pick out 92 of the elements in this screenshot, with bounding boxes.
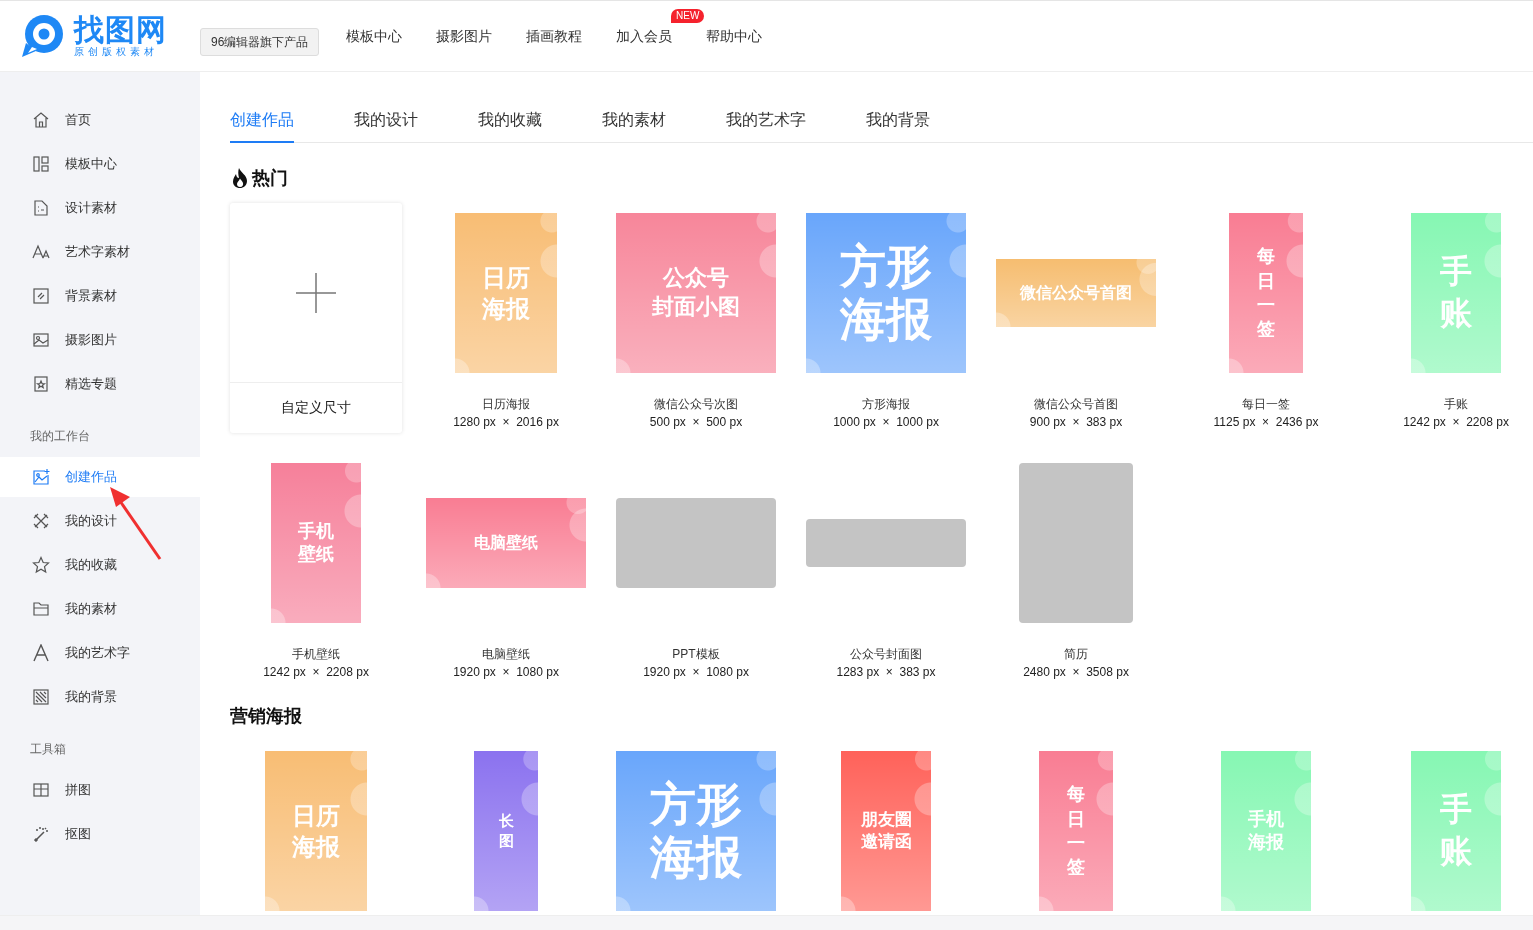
thumbnail-title: 手机 壁纸	[298, 519, 334, 566]
template-name: 日历海报	[482, 396, 530, 413]
pattern-icon	[32, 287, 50, 305]
thumbnail-title: 手 账	[1440, 790, 1472, 871]
section-title: 营销海报	[230, 705, 302, 727]
template-name: 简历	[1064, 646, 1088, 663]
thumbnail-title: 微信公众号首图	[1020, 282, 1132, 303]
thumbnail-title: 每 日 一 签	[1067, 783, 1085, 880]
tab[interactable]: 我的艺术字	[726, 110, 806, 143]
template-size: 2480 px × 3508 px	[1023, 664, 1129, 681]
thumbnail-title: 公众号 封面小图	[652, 264, 740, 321]
template-name: PPT模板	[672, 646, 720, 663]
tab[interactable]: 我的背景	[866, 110, 930, 143]
sidebar-item[interactable]: 我的设计	[0, 501, 200, 541]
sidebar-item[interactable]: 设计素材	[0, 188, 200, 228]
template-size: 1920 px × 1080 px	[643, 664, 749, 681]
template-size: 1920 px × 1080 px	[453, 664, 559, 681]
sidebar-item[interactable]: 我的收藏	[0, 545, 200, 585]
template-name: 手账	[1444, 396, 1468, 413]
template-size: 1280 px × 2016 px	[453, 414, 559, 431]
nav-link[interactable]: 帮助中心	[706, 27, 763, 44]
template-size: 1242 px × 2208 px	[1403, 414, 1509, 431]
sidebar-item[interactable]: 我的背景	[0, 677, 200, 717]
template-name: 每日一签	[1242, 396, 1290, 413]
logo-name[interactable]: 找图网	[74, 14, 167, 46]
thumbnail-title: 方形 海报	[650, 778, 742, 884]
nav-link[interactable]: 插画教程	[526, 27, 583, 44]
template-size: 900 px × 383 px	[1029, 414, 1123, 431]
sidebar-item[interactable]: 我的艺术字	[0, 633, 200, 673]
template-thumbnail[interactable]	[1019, 463, 1133, 623]
template-thumbnail[interactable]	[806, 519, 966, 567]
sidebar-item[interactable]: 我的素材	[0, 589, 200, 629]
template-thumbnail[interactable]	[616, 498, 776, 588]
layout-icon	[32, 155, 50, 173]
star-frame-icon	[32, 375, 50, 393]
grid-icon	[32, 781, 50, 799]
sidebar-item[interactable]: 拼图	[0, 770, 200, 810]
tab[interactable]: 我的收藏	[478, 110, 542, 143]
thumbnail-title: 日历 海报	[482, 262, 530, 324]
template-name: 微信公众号首图	[1034, 396, 1118, 413]
tab[interactable]: 我的设计	[354, 110, 418, 143]
nav-link[interactable]: 模板中心	[346, 27, 403, 44]
sidebar-item[interactable]: 抠图	[0, 814, 200, 854]
nav-link[interactable]: 加入会员	[616, 27, 673, 44]
sidebar-item[interactable]: 摄影图片	[0, 320, 200, 360]
template-name: 公众号封面图	[850, 646, 922, 663]
home-icon	[32, 111, 50, 129]
thumbnail-title: 朋友圈 邀请函	[860, 808, 912, 853]
sidebar-item[interactable]: 首页	[0, 100, 200, 140]
sidebar-heading: 工具箱	[29, 741, 67, 758]
letter-icon	[32, 644, 50, 662]
template-name: 方形海报	[862, 396, 910, 413]
template-size: 1000 px × 1000 px	[833, 414, 939, 431]
sidebar-item[interactable]: 精选专题	[0, 364, 200, 404]
logo-tagline: 原创版权素材	[74, 46, 158, 58]
document-icon	[32, 199, 50, 217]
product-button[interactable]: 96编辑器旗下产品	[200, 28, 320, 56]
font-icon	[32, 243, 50, 261]
sidebar-item[interactable]: 艺术字素材	[0, 232, 200, 272]
star-icon	[32, 556, 50, 574]
thumbnail-title: 方形 海报	[840, 240, 932, 346]
tab[interactable]: 创建作品	[230, 110, 294, 143]
thumbnail-title: 每 日 一 签	[1257, 245, 1275, 342]
template-size: 1242 px × 2208 px	[263, 664, 369, 681]
magic-wand-icon	[32, 825, 50, 843]
template-size: 1125 px × 2436 px	[1213, 414, 1319, 431]
sidebar-item[interactable]: 背景素材	[0, 276, 200, 316]
template-name: 微信公众号次图	[654, 396, 738, 413]
template-size: 500 px × 500 px	[649, 414, 743, 431]
thumbnail-title: 日历 海报	[292, 800, 340, 862]
stripes-icon	[32, 688, 50, 706]
add-image-icon	[32, 468, 50, 486]
template-size: 1283 px × 383 px	[836, 664, 936, 681]
thumbnail-title: 手 账	[1440, 252, 1472, 333]
custom-size-card[interactable]: 自定义尺寸	[230, 203, 402, 433]
template-name: 手机壁纸	[292, 646, 340, 663]
tools-icon	[32, 512, 50, 530]
folder-icon	[32, 600, 50, 618]
section-title: 热门	[252, 167, 288, 189]
new-badge: NEW	[671, 8, 705, 23]
speech-bubble-logo-icon	[20, 13, 66, 59]
sidebar-item[interactable]: 模板中心	[0, 144, 200, 184]
plus-icon	[296, 273, 336, 313]
thumbnail-title: 电脑壁纸	[474, 532, 538, 553]
thumbnail-title: 手机 海报	[1248, 807, 1284, 854]
sidebar-heading: 我的工作台	[29, 428, 91, 445]
sidebar-item[interactable]: 创建作品	[0, 457, 200, 497]
thumbnail-title: 长 图	[498, 810, 514, 851]
tab[interactable]: 我的素材	[602, 110, 666, 143]
nav-link[interactable]: 摄影图片	[436, 27, 493, 44]
template-name: 电脑壁纸	[482, 646, 530, 663]
image-icon	[32, 331, 50, 349]
